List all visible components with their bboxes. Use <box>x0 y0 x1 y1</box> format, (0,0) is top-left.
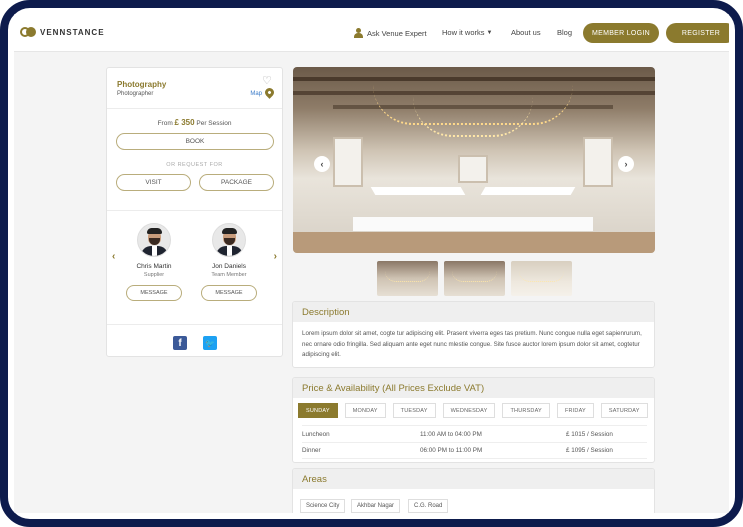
gallery-thumbnail[interactable] <box>377 261 438 296</box>
nav-blog[interactable]: Blog <box>557 28 572 37</box>
price-line: From £ 350 Per Session <box>107 118 282 127</box>
chevron-left-icon[interactable]: ‹ <box>112 251 115 262</box>
logo-mark-icon <box>20 27 36 37</box>
member-login-button[interactable]: MEMBER LOGIN <box>583 23 659 43</box>
map-link[interactable]: Map <box>250 91 262 97</box>
gallery-thumbnail[interactable] <box>511 261 572 296</box>
meal-name: Luncheon <box>302 430 330 438</box>
venue-photo: ‹ › <box>293 67 655 253</box>
nav-ask-expert-label: Ask Venue Expert <box>367 28 427 38</box>
chevron-left-icon[interactable]: ‹ <box>314 156 330 172</box>
price-prefix: From <box>157 120 173 127</box>
tab-thursday[interactable]: THURSDAY <box>502 403 550 418</box>
member-name: Jon Daniels <box>212 263 246 270</box>
logo-text: VENNSTANCE <box>40 27 105 37</box>
vendor-card: Photography Photographer ♡ Map From £ 35… <box>106 67 283 357</box>
member-name: Chris Martin <box>136 263 172 270</box>
vendor-subtitle: Photographer <box>117 91 154 97</box>
book-button[interactable]: BOOK <box>116 133 274 150</box>
areas-panel: Areas Science City Akhbar Nagar C.G. Roa… <box>292 468 655 513</box>
tab-tuesday[interactable]: TUESDAY <box>392 403 436 418</box>
divider <box>107 324 282 325</box>
avatar <box>212 223 246 257</box>
facebook-icon[interactable]: f <box>173 336 187 350</box>
nav-about[interactable]: About us <box>511 28 541 37</box>
avatar <box>137 223 171 257</box>
tab-sunday[interactable]: SUNDAY <box>298 403 338 418</box>
tab-friday[interactable]: FRIDAY <box>556 403 594 418</box>
meal-price: £ 1015 / Session <box>566 430 613 438</box>
nav-ask-expert[interactable]: Ask Venue Expert <box>354 28 427 38</box>
divider <box>107 210 282 211</box>
member-role: Supplier <box>143 272 165 278</box>
page: VENNSTANCE Ask Venue Expert How it works… <box>14 14 729 513</box>
meal-name: Dinner <box>302 447 321 454</box>
tab-saturday[interactable]: SATURDAY <box>600 403 648 418</box>
heart-icon[interactable]: ♡ <box>262 76 273 87</box>
or-request-label: OR REQUEST FOR <box>166 162 223 168</box>
meal-time: 06:00 PM to 11:00 PM <box>420 447 483 454</box>
areas-heading: Areas <box>293 469 654 489</box>
price-heading: Price & Availability (All Prices Exclude… <box>293 378 654 398</box>
meal-price: £ 1095 / Session <box>566 447 613 454</box>
description-text: Lorem ipsum dolor sit amet, cogte tur ad… <box>302 330 642 358</box>
area-tag[interactable]: C.G. Road <box>408 499 449 513</box>
table-row: Luncheon 11:00 AM to 04:00 PM £ 1015 / S… <box>302 425 647 442</box>
nav-how-it-works-label: How it works <box>442 28 485 37</box>
logo[interactable]: VENNSTANCE <box>20 27 105 37</box>
team-member-card: Jon Daniels Team Member MESSAGE <box>194 223 264 301</box>
vendor-title: Photography <box>117 80 167 89</box>
member-role: Team Member <box>211 272 247 278</box>
chevron-right-icon[interactable]: › <box>274 251 277 262</box>
price-suffix: Per Session <box>196 120 232 127</box>
map-pin-icon[interactable] <box>263 86 276 99</box>
device-frame: VENNSTANCE Ask Venue Expert How it works… <box>0 0 743 527</box>
message-button[interactable]: MESSAGE <box>201 285 257 301</box>
chevron-right-icon[interactable]: › <box>618 156 634 172</box>
chevron-down-icon: ▼ <box>486 29 493 36</box>
table-row: Dinner 06:00 PM to 11:00 PM £ 1095 / Ses… <box>302 442 647 459</box>
twitter-icon[interactable]: 🐦 <box>203 336 217 350</box>
tab-monday[interactable]: MONDAY <box>344 403 386 418</box>
price-panel: Price & Availability (All Prices Exclude… <box>292 377 655 463</box>
divider <box>107 108 282 109</box>
person-icon <box>354 28 363 38</box>
description-heading: Description <box>293 302 654 322</box>
register-button[interactable]: REGISTER <box>666 23 729 43</box>
package-button[interactable]: PACKAGE <box>199 174 274 191</box>
visit-button[interactable]: VISIT <box>116 174 191 191</box>
top-header: VENNSTANCE Ask Venue Expert How it works… <box>14 14 729 52</box>
nav-how-it-works[interactable]: How it works ▼ <box>442 28 492 37</box>
price-value: £ 350 <box>174 118 195 127</box>
description-panel: Description Lorem ipsum dolor sit amet, … <box>292 301 655 368</box>
area-tag[interactable]: Science City <box>300 499 346 513</box>
area-tag[interactable]: Akhbar Nagar <box>351 499 401 513</box>
message-button[interactable]: MESSAGE <box>126 285 182 301</box>
gallery-thumbnail[interactable] <box>444 261 505 296</box>
tab-wednesday[interactable]: WEDNESDAY <box>442 403 496 418</box>
meal-time: 11:00 AM to 04:00 PM <box>420 430 482 438</box>
day-tabs: SUNDAY MONDAY TUESDAY WEDNESDAY THURSDAY… <box>298 403 648 418</box>
team-member-card: Chris Martin Supplier MESSAGE <box>119 223 189 301</box>
